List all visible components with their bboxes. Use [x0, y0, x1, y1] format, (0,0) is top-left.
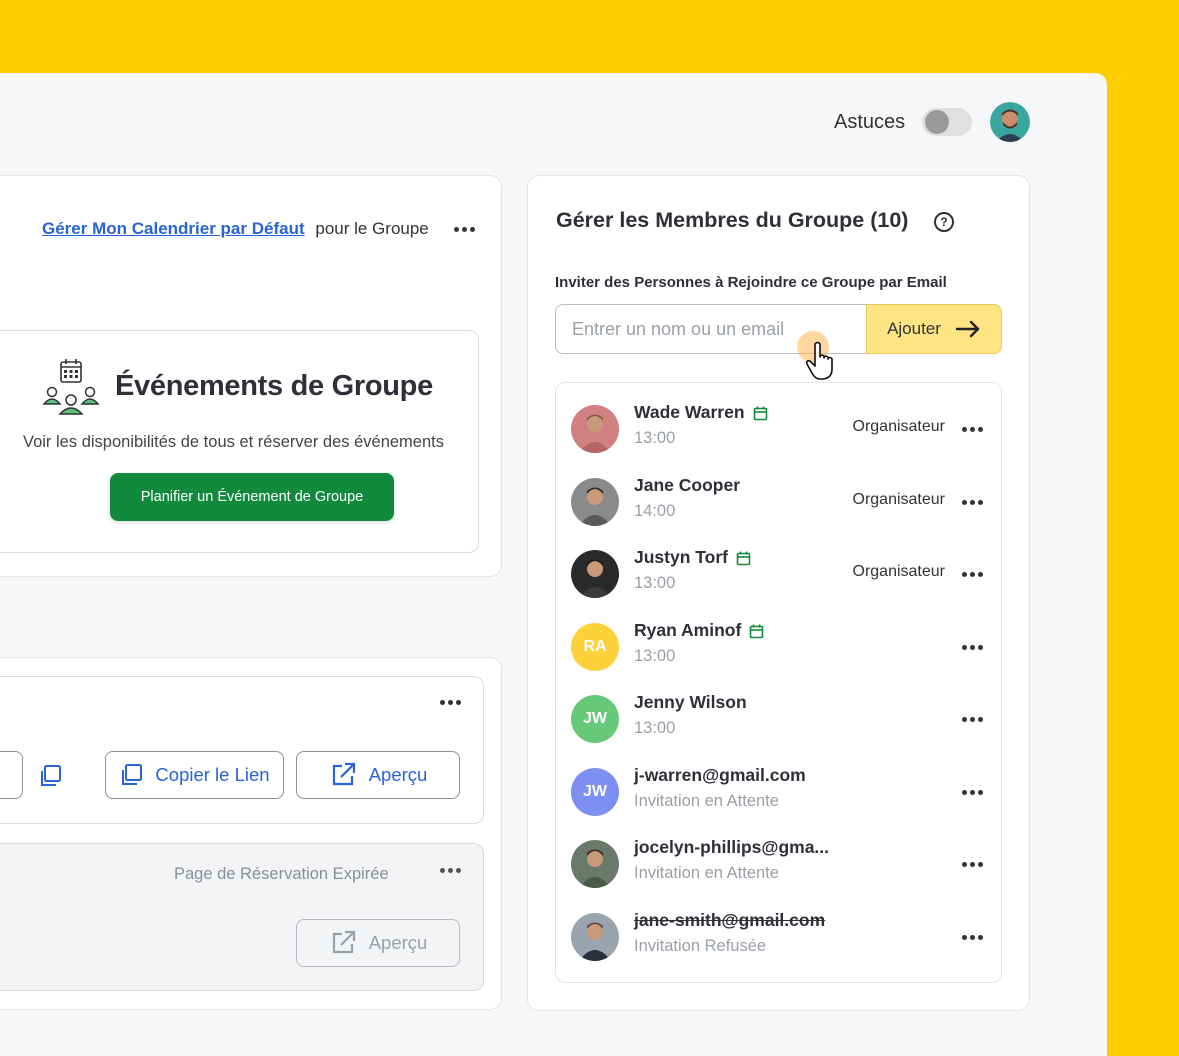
- member-status: Invitation en Attente: [634, 864, 779, 882]
- tips-label: Astuces: [834, 111, 906, 133]
- member-row: Jane Cooper 14:00 Organisateur: [556, 475, 1003, 550]
- member-name: Jane Cooper: [634, 475, 740, 496]
- member-name: j-warren@gmail.com: [634, 765, 806, 786]
- copy-icon[interactable]: [38, 764, 62, 788]
- expired-preview-label: Aperçu: [368, 932, 428, 953]
- members-list: Wade Warren 13:00 Organisateur Jane Cooper 1…: [555, 382, 1002, 983]
- member-more-menu[interactable]: [962, 935, 983, 940]
- calendar-more-menu[interactable]: [454, 227, 475, 232]
- copy-icon: [122, 764, 143, 785]
- member-name-text: Wade Warren: [634, 402, 745, 422]
- avatar-initials: RA: [583, 638, 607, 655]
- members-title: Gérer les Membres du Groupe (10): [556, 208, 909, 232]
- pointer-cursor-icon: [806, 340, 838, 380]
- member-avatar: JW: [571, 695, 619, 743]
- copy-link-label: Copier le Lien: [155, 764, 270, 785]
- member-avatar: [571, 840, 619, 888]
- member-more-menu[interactable]: [962, 717, 983, 722]
- group-events-title: Événements de Groupe: [115, 370, 433, 402]
- group-calendar-icon: [42, 358, 100, 416]
- member-name-text: j-warren@gmail.com: [634, 765, 806, 785]
- tips-toggle[interactable]: [922, 108, 972, 136]
- member-more-menu[interactable]: [962, 500, 983, 505]
- member-row: JW j-warren@gmail.com Invitation en Attent…: [556, 765, 1003, 840]
- user-avatar[interactable]: [990, 102, 1030, 142]
- member-more-menu[interactable]: [962, 572, 983, 577]
- member-status: Invitation Refusée: [634, 937, 767, 955]
- arrow-right-icon: [955, 320, 980, 338]
- expired-preview-button[interactable]: Aperçu: [296, 919, 460, 967]
- member-more-menu[interactable]: [962, 790, 983, 795]
- member-row: jane-smith@gmail.com Invitation Refusée: [556, 910, 1003, 985]
- member-row: Justyn Torf 13:00 Organisateur: [556, 547, 1003, 622]
- member-name-text: jocelyn-phillips@gma...: [634, 837, 830, 857]
- member-avatar: [571, 405, 619, 453]
- member-row: jocelyn-phillips@gma... Invitation en Att…: [556, 837, 1003, 912]
- member-row: JW Jenny Wilson 13:00: [556, 692, 1003, 767]
- member-status: 13:00: [634, 647, 676, 665]
- member-avatar: [571, 550, 619, 598]
- external-link-icon: [332, 930, 355, 954]
- member-status: Invitation en Attente: [634, 792, 779, 810]
- member-avatar: [571, 478, 619, 526]
- member-status: 14:00: [634, 502, 676, 520]
- member-more-menu[interactable]: [962, 862, 983, 867]
- member-name-text: Ryan Aminof: [634, 620, 742, 640]
- booking-link-row: [0, 676, 484, 824]
- add-member-button[interactable]: Ajouter: [866, 304, 1002, 354]
- avatar-initials: JW: [583, 710, 607, 727]
- member-role: Organisateur: [852, 563, 946, 580]
- calendar-line: Gérer Mon Calendrier par Défaut pour le …: [42, 219, 429, 239]
- member-name: Justyn Torf: [634, 547, 751, 568]
- member-name: Wade Warren: [634, 402, 768, 423]
- member-role: Organisateur: [852, 491, 946, 508]
- member-name: Jenny Wilson: [634, 692, 747, 713]
- preview-button[interactable]: Aperçu: [296, 751, 460, 799]
- help-icon[interactable]: ?: [934, 212, 954, 232]
- expired-label: Page de Réservation Expirée: [174, 865, 389, 883]
- member-name: jocelyn-phillips@gma...: [634, 837, 829, 858]
- link-field-edge[interactable]: [0, 751, 23, 799]
- toggle-knob: [925, 110, 949, 134]
- member-status: 13:00: [634, 429, 676, 447]
- member-more-menu[interactable]: [962, 645, 983, 650]
- member-name-text: Jenny Wilson: [634, 692, 747, 712]
- member-name-text: Justyn Torf: [634, 547, 728, 567]
- member-more-menu[interactable]: [962, 427, 983, 432]
- manage-calendar-link[interactable]: Gérer Mon Calendrier par Défaut: [42, 219, 305, 238]
- avatar-initials: JW: [583, 783, 607, 800]
- calendar-connected-icon: [749, 623, 764, 639]
- member-name: Ryan Aminof: [634, 620, 764, 641]
- member-row: Wade Warren 13:00 Organisateur: [556, 402, 1003, 477]
- member-name-text: Jane Cooper: [634, 475, 740, 495]
- member-avatar: [571, 913, 619, 961]
- member-name: jane-smith@gmail.com: [634, 910, 825, 931]
- add-button-label: Ajouter: [887, 319, 941, 338]
- member-name-text: jane-smith@gmail.com: [634, 910, 826, 930]
- calendar-connected-icon: [753, 405, 768, 421]
- booking-link-more-menu[interactable]: [440, 700, 461, 705]
- expired-more-menu[interactable]: [440, 868, 461, 873]
- invite-label: Inviter des Personnes à Rejoindre ce Gro…: [555, 274, 947, 291]
- member-status: 13:00: [634, 574, 676, 592]
- member-role: Organisateur: [852, 418, 946, 435]
- plan-group-event-button[interactable]: Planifier un Événement de Groupe: [110, 473, 394, 521]
- copy-link-button[interactable]: Copier le Lien: [105, 751, 284, 799]
- member-row: RA Ryan Aminof 13:00: [556, 620, 1003, 695]
- group-events-subtitle: Voir les disponibilités de tous et réser…: [23, 433, 444, 451]
- preview-label: Aperçu: [368, 764, 428, 785]
- member-status: 13:00: [634, 719, 676, 737]
- calendar-connected-icon: [736, 550, 751, 566]
- calendar-line-suffix: pour le Groupe: [315, 219, 429, 238]
- member-avatar: RA: [571, 623, 619, 671]
- member-avatar: JW: [571, 768, 619, 816]
- external-link-icon: [332, 762, 355, 786]
